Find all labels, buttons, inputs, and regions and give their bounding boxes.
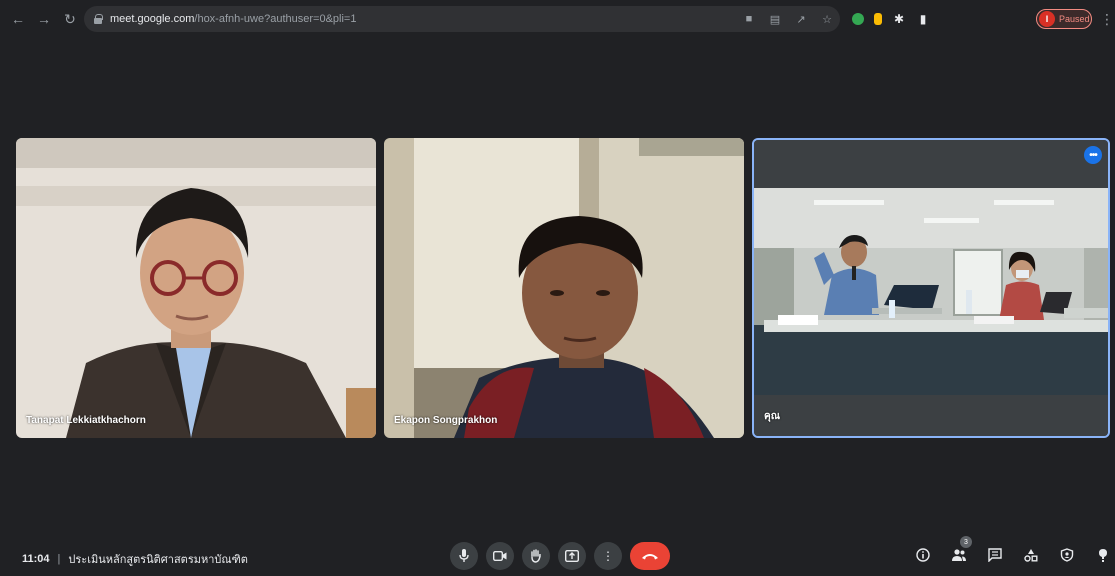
raise-hand-button[interactable] — [522, 542, 550, 570]
self-video — [754, 140, 1108, 436]
profile-status: Paused — [1059, 14, 1090, 24]
leave-call-button[interactable] — [630, 542, 670, 570]
meeting-time: 11:04 — [22, 553, 50, 565]
side-panel-icon[interactable]: ▮ — [916, 12, 930, 26]
more-vert-icon: ⋮ — [602, 549, 614, 563]
participant-tile[interactable]: Tanapat Lekkiatkhachorn — [16, 138, 376, 438]
host-controls-button[interactable] — [1056, 544, 1078, 566]
call-controls: ⋮ — [450, 542, 670, 570]
more-options-icon[interactable]: ••• — [1084, 146, 1102, 164]
url-path: /hox-afnh-uwe?authuser=0&pli=1 — [194, 13, 357, 25]
browser-toolbar: ← → ↻ meet.google.com/hox-afnh-uwe?authu… — [0, 0, 1115, 38]
participant-name: Tanapat Lekkiatkhachorn — [26, 415, 146, 426]
activities-button[interactable] — [1020, 544, 1042, 566]
bookmark-star-icon[interactable]: ☆ — [820, 13, 834, 26]
mic-button[interactable] — [450, 542, 478, 570]
lock-icon — [94, 14, 103, 24]
camera-in-use-icon[interactable]: ■ — [742, 13, 756, 25]
more-options-button[interactable]: ⋮ — [594, 542, 622, 570]
present-button[interactable] — [558, 542, 586, 570]
reload-icon[interactable]: ↻ — [60, 9, 80, 29]
host-controls-icon — [1060, 548, 1074, 562]
meeting-title: ประเมินหลักสูตรนิติศาสตรมหาบัณฑิต — [68, 554, 248, 566]
end-call-icon — [642, 554, 658, 560]
back-icon[interactable]: ← — [8, 9, 28, 29]
self-tile[interactable]: ••• คุณ — [752, 138, 1110, 438]
people-count-badge: 3 — [960, 536, 972, 548]
chat-icon — [988, 548, 1002, 562]
extensions-puzzle-icon[interactable]: ✱ — [892, 12, 906, 26]
address-bar[interactable]: meet.google.com/hox-afnh-uwe?authuser=0&… — [84, 6, 840, 32]
captions-button[interactable] — [1092, 544, 1114, 566]
meeting-separator: | — [57, 553, 61, 565]
profile-button[interactable]: I Paused — [1036, 9, 1092, 29]
profile-avatar: I — [1039, 11, 1055, 27]
camera-icon — [493, 551, 507, 561]
browser-menu-icon[interactable]: ⋮ — [1100, 11, 1114, 28]
self-name: คุณ — [764, 411, 780, 422]
people-icon — [952, 549, 966, 561]
share-icon[interactable]: ↗ — [794, 13, 808, 26]
participant-name: Ekapon Songprakhon — [394, 415, 498, 426]
meeting-info: 11:04 | ประเมินหลักสูตรนิติศาสตรมหาบัณฑิ… — [22, 550, 248, 568]
activities-icon — [1024, 549, 1038, 562]
present-icon — [565, 550, 579, 562]
extension-icon[interactable] — [852, 13, 864, 25]
side-controls: 3 — [912, 536, 1114, 566]
participant-tile[interactable]: Ekapon Songprakhon — [384, 138, 744, 438]
participant-video — [384, 138, 744, 438]
url-host: meet.google.com — [110, 13, 195, 25]
people-button[interactable]: 3 — [948, 536, 972, 566]
extension-bulb-icon[interactable] — [874, 13, 882, 25]
chat-button[interactable] — [984, 544, 1006, 566]
raise-hand-icon — [531, 549, 541, 563]
camera-button[interactable] — [486, 542, 514, 570]
info-icon — [916, 548, 930, 562]
translate-icon[interactable]: ▤ — [768, 13, 782, 26]
meeting-bottom-bar: 11:04 | ประเมินหลักสูตรนิติศาสตรมหาบัณฑิ… — [0, 530, 1115, 576]
mic-icon — [459, 549, 469, 562]
meeting-details-button[interactable] — [912, 544, 934, 566]
forward-icon[interactable]: → — [34, 9, 54, 29]
caption-icon — [1099, 549, 1107, 562]
participant-video — [16, 138, 376, 438]
